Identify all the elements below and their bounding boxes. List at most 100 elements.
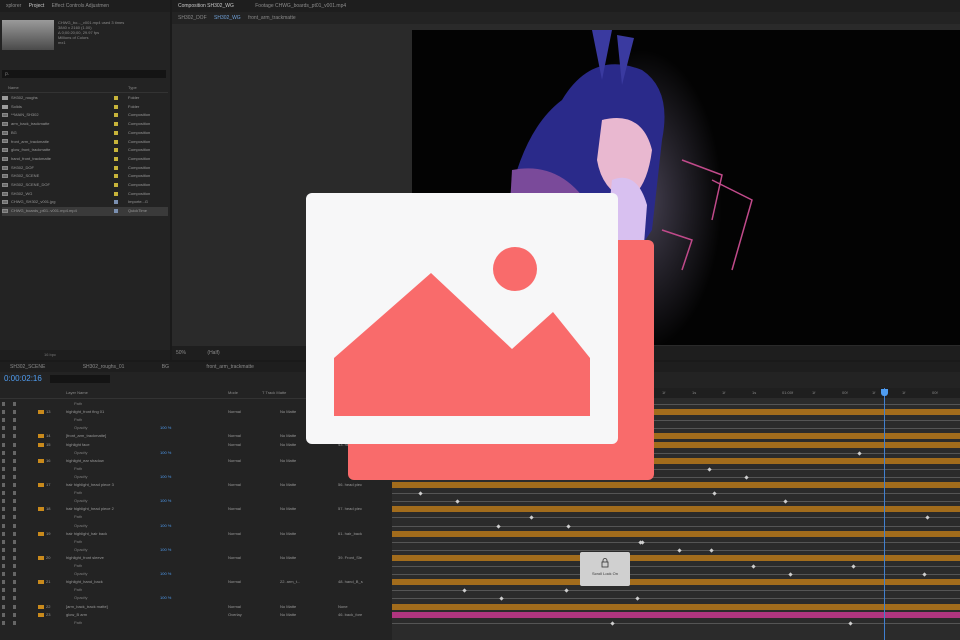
current-time-indicator-handle[interactable] xyxy=(881,389,888,396)
layer-duration-bar[interactable] xyxy=(392,525,960,527)
project-item[interactable]: Solids Folder xyxy=(2,103,168,112)
keyframe-icon[interactable] xyxy=(462,588,467,593)
project-item[interactable]: SH302_WG Composition xyxy=(2,190,168,199)
layer-duration-bar[interactable] xyxy=(392,541,960,543)
visibility-icon[interactable] xyxy=(2,426,16,431)
visibility-icon[interactable] xyxy=(2,507,16,512)
visibility-icon[interactable] xyxy=(2,523,16,528)
label-swatch[interactable] xyxy=(114,113,118,118)
visibility-icon[interactable] xyxy=(2,596,16,601)
visibility-icon[interactable] xyxy=(2,515,16,520)
layer-row[interactable]: 17 hair highlight_head piece 3 Normal No Ma… xyxy=(0,481,390,489)
visibility-icon[interactable] xyxy=(2,604,16,609)
layer-duration-bar[interactable] xyxy=(392,598,960,600)
label-swatch[interactable] xyxy=(114,200,118,205)
keyframe-icon[interactable] xyxy=(529,515,534,521)
layer-property-row[interactable]: Path xyxy=(0,465,390,473)
keyframe-icon[interactable] xyxy=(455,499,460,504)
layer-property-row[interactable]: Opacity 100 % xyxy=(0,570,390,578)
keyframe-icon[interactable] xyxy=(848,621,853,626)
layer-duration-bar[interactable] xyxy=(392,517,960,519)
keyframe-icon[interactable] xyxy=(925,515,930,521)
layer-label-color[interactable] xyxy=(38,458,44,463)
layer-row[interactable]: 23 glow_B arm Overlay No Matte 46. back_fore xyxy=(0,611,390,619)
project-item[interactable]: hand_front_trackmatte Composition xyxy=(2,155,168,164)
layer-name[interactable]: hair highlight_head piece 2 xyxy=(66,505,114,513)
layer-duration-bar[interactable] xyxy=(392,530,960,537)
layer-duration-bar[interactable] xyxy=(392,566,960,567)
project-item[interactable]: glow_front_trackmatte Composition xyxy=(2,146,168,155)
layer-name[interactable]: hair highlight_head piece 3 xyxy=(66,481,114,489)
visibility-icon[interactable] xyxy=(2,491,16,496)
timeline-tab-roughs[interactable]: SH302_roughs_01 xyxy=(83,364,125,370)
keyframe-icon[interactable] xyxy=(707,467,712,472)
layer-duration-bar[interactable] xyxy=(392,579,960,586)
tab-project[interactable]: Project xyxy=(29,3,45,9)
layer-property-row[interactable]: Path xyxy=(0,562,390,570)
label-swatch[interactable] xyxy=(114,139,118,144)
visibility-icon[interactable] xyxy=(2,474,16,479)
tab-composition[interactable]: Composition SH302_WG xyxy=(178,3,234,9)
keyframe-icon[interactable] xyxy=(499,596,504,602)
layer-duration-bar[interactable] xyxy=(392,574,960,576)
layer-property-row[interactable]: Opacity 100 % xyxy=(0,497,390,505)
keyframe-icon[interactable] xyxy=(922,572,927,577)
label-swatch[interactable] xyxy=(114,104,118,109)
keyframe-icon[interactable] xyxy=(610,621,615,626)
layer-duration-bar[interactable] xyxy=(392,622,960,624)
visibility-icon[interactable] xyxy=(2,499,16,504)
timeline-tab-front-arm[interactable]: front_arm_trackmatte xyxy=(206,364,254,370)
timeline-tab-scene[interactable]: SH302_SCENE xyxy=(10,364,45,370)
layer-duration-bar[interactable] xyxy=(392,493,960,495)
visibility-icon[interactable] xyxy=(2,442,16,447)
layer-label-color[interactable] xyxy=(38,442,44,447)
label-swatch[interactable] xyxy=(114,174,118,179)
visibility-icon[interactable] xyxy=(2,434,16,439)
subtab-wg[interactable]: SH302_WG xyxy=(214,15,241,21)
layer-name[interactable]: [front_arm_trackmatte] xyxy=(66,432,106,440)
layer-duration-bar[interactable] xyxy=(392,603,960,610)
header-mode[interactable]: Mode xyxy=(228,388,238,398)
layer-row[interactable]: 18 hair highlight_head piece 2 Normal No Ma… xyxy=(0,505,390,513)
tab-footage[interactable]: Footage CHWG_boards_pt01_v001.mp4 xyxy=(255,3,346,9)
subtab-front-arm[interactable]: front_arm_trackmatte xyxy=(248,15,296,21)
layer-duration-bar[interactable] xyxy=(392,506,960,513)
layer-property-row[interactable]: Opacity 100 % xyxy=(0,473,390,481)
layer-property-row[interactable]: Opacity 100 % xyxy=(0,594,390,602)
column-type[interactable]: Type xyxy=(128,84,137,92)
keyframe-icon[interactable] xyxy=(418,491,423,496)
project-search-input[interactable]: ρ. xyxy=(2,70,166,78)
visibility-icon[interactable] xyxy=(2,531,16,536)
project-item[interactable]: SH302_SCENE Composition xyxy=(2,172,168,181)
label-swatch[interactable] xyxy=(114,148,118,153)
label-swatch[interactable] xyxy=(114,122,118,127)
current-time-indicator[interactable] xyxy=(884,388,885,640)
visibility-icon[interactable] xyxy=(2,402,16,406)
layer-row[interactable]: 20 highlight_front sleeve Normal No Matte 39… xyxy=(0,554,390,562)
tab-explorer[interactable]: xplorer xyxy=(6,3,21,9)
bit-depth-label[interactable]: 16 bpc xyxy=(44,352,56,357)
layer-label-color[interactable] xyxy=(38,483,44,487)
header-track-matte[interactable]: T Track Matte xyxy=(262,388,286,398)
layer-row[interactable]: 22 [arm_back_track matte] Normal No Matte No… xyxy=(0,603,390,611)
project-item[interactable]: front_arm_trackmatte Composition xyxy=(2,138,168,147)
header-layer-name[interactable]: Layer Name xyxy=(66,388,88,398)
visibility-icon[interactable] xyxy=(2,564,16,568)
project-item[interactable]: CHWG_SH302_v001.jpg Importe...G xyxy=(2,198,168,207)
layer-label-color[interactable] xyxy=(38,410,44,415)
project-item[interactable]: arm_back_trackmatte Composition xyxy=(2,120,168,129)
project-item[interactable]: SH302_SCENE_DOF Composition xyxy=(2,181,168,190)
layer-label-color[interactable] xyxy=(38,604,44,609)
layer-label-color[interactable] xyxy=(38,531,44,536)
layer-row[interactable]: 16 highlight_ear shadow Normal No Matte xyxy=(0,457,390,465)
layer-label-color[interactable] xyxy=(38,507,44,512)
keyframe-icon[interactable] xyxy=(677,548,682,553)
layer-property-row[interactable]: Path xyxy=(0,538,390,546)
visibility-icon[interactable] xyxy=(2,547,16,552)
project-item[interactable]: BG Composition xyxy=(2,129,168,138)
column-name[interactable]: Name xyxy=(8,84,19,92)
keyframe-icon[interactable] xyxy=(783,499,788,504)
layer-duration-bar[interactable] xyxy=(392,501,960,503)
label-swatch[interactable] xyxy=(114,183,118,187)
layer-name[interactable]: [arm_back_track matte] xyxy=(66,603,108,611)
